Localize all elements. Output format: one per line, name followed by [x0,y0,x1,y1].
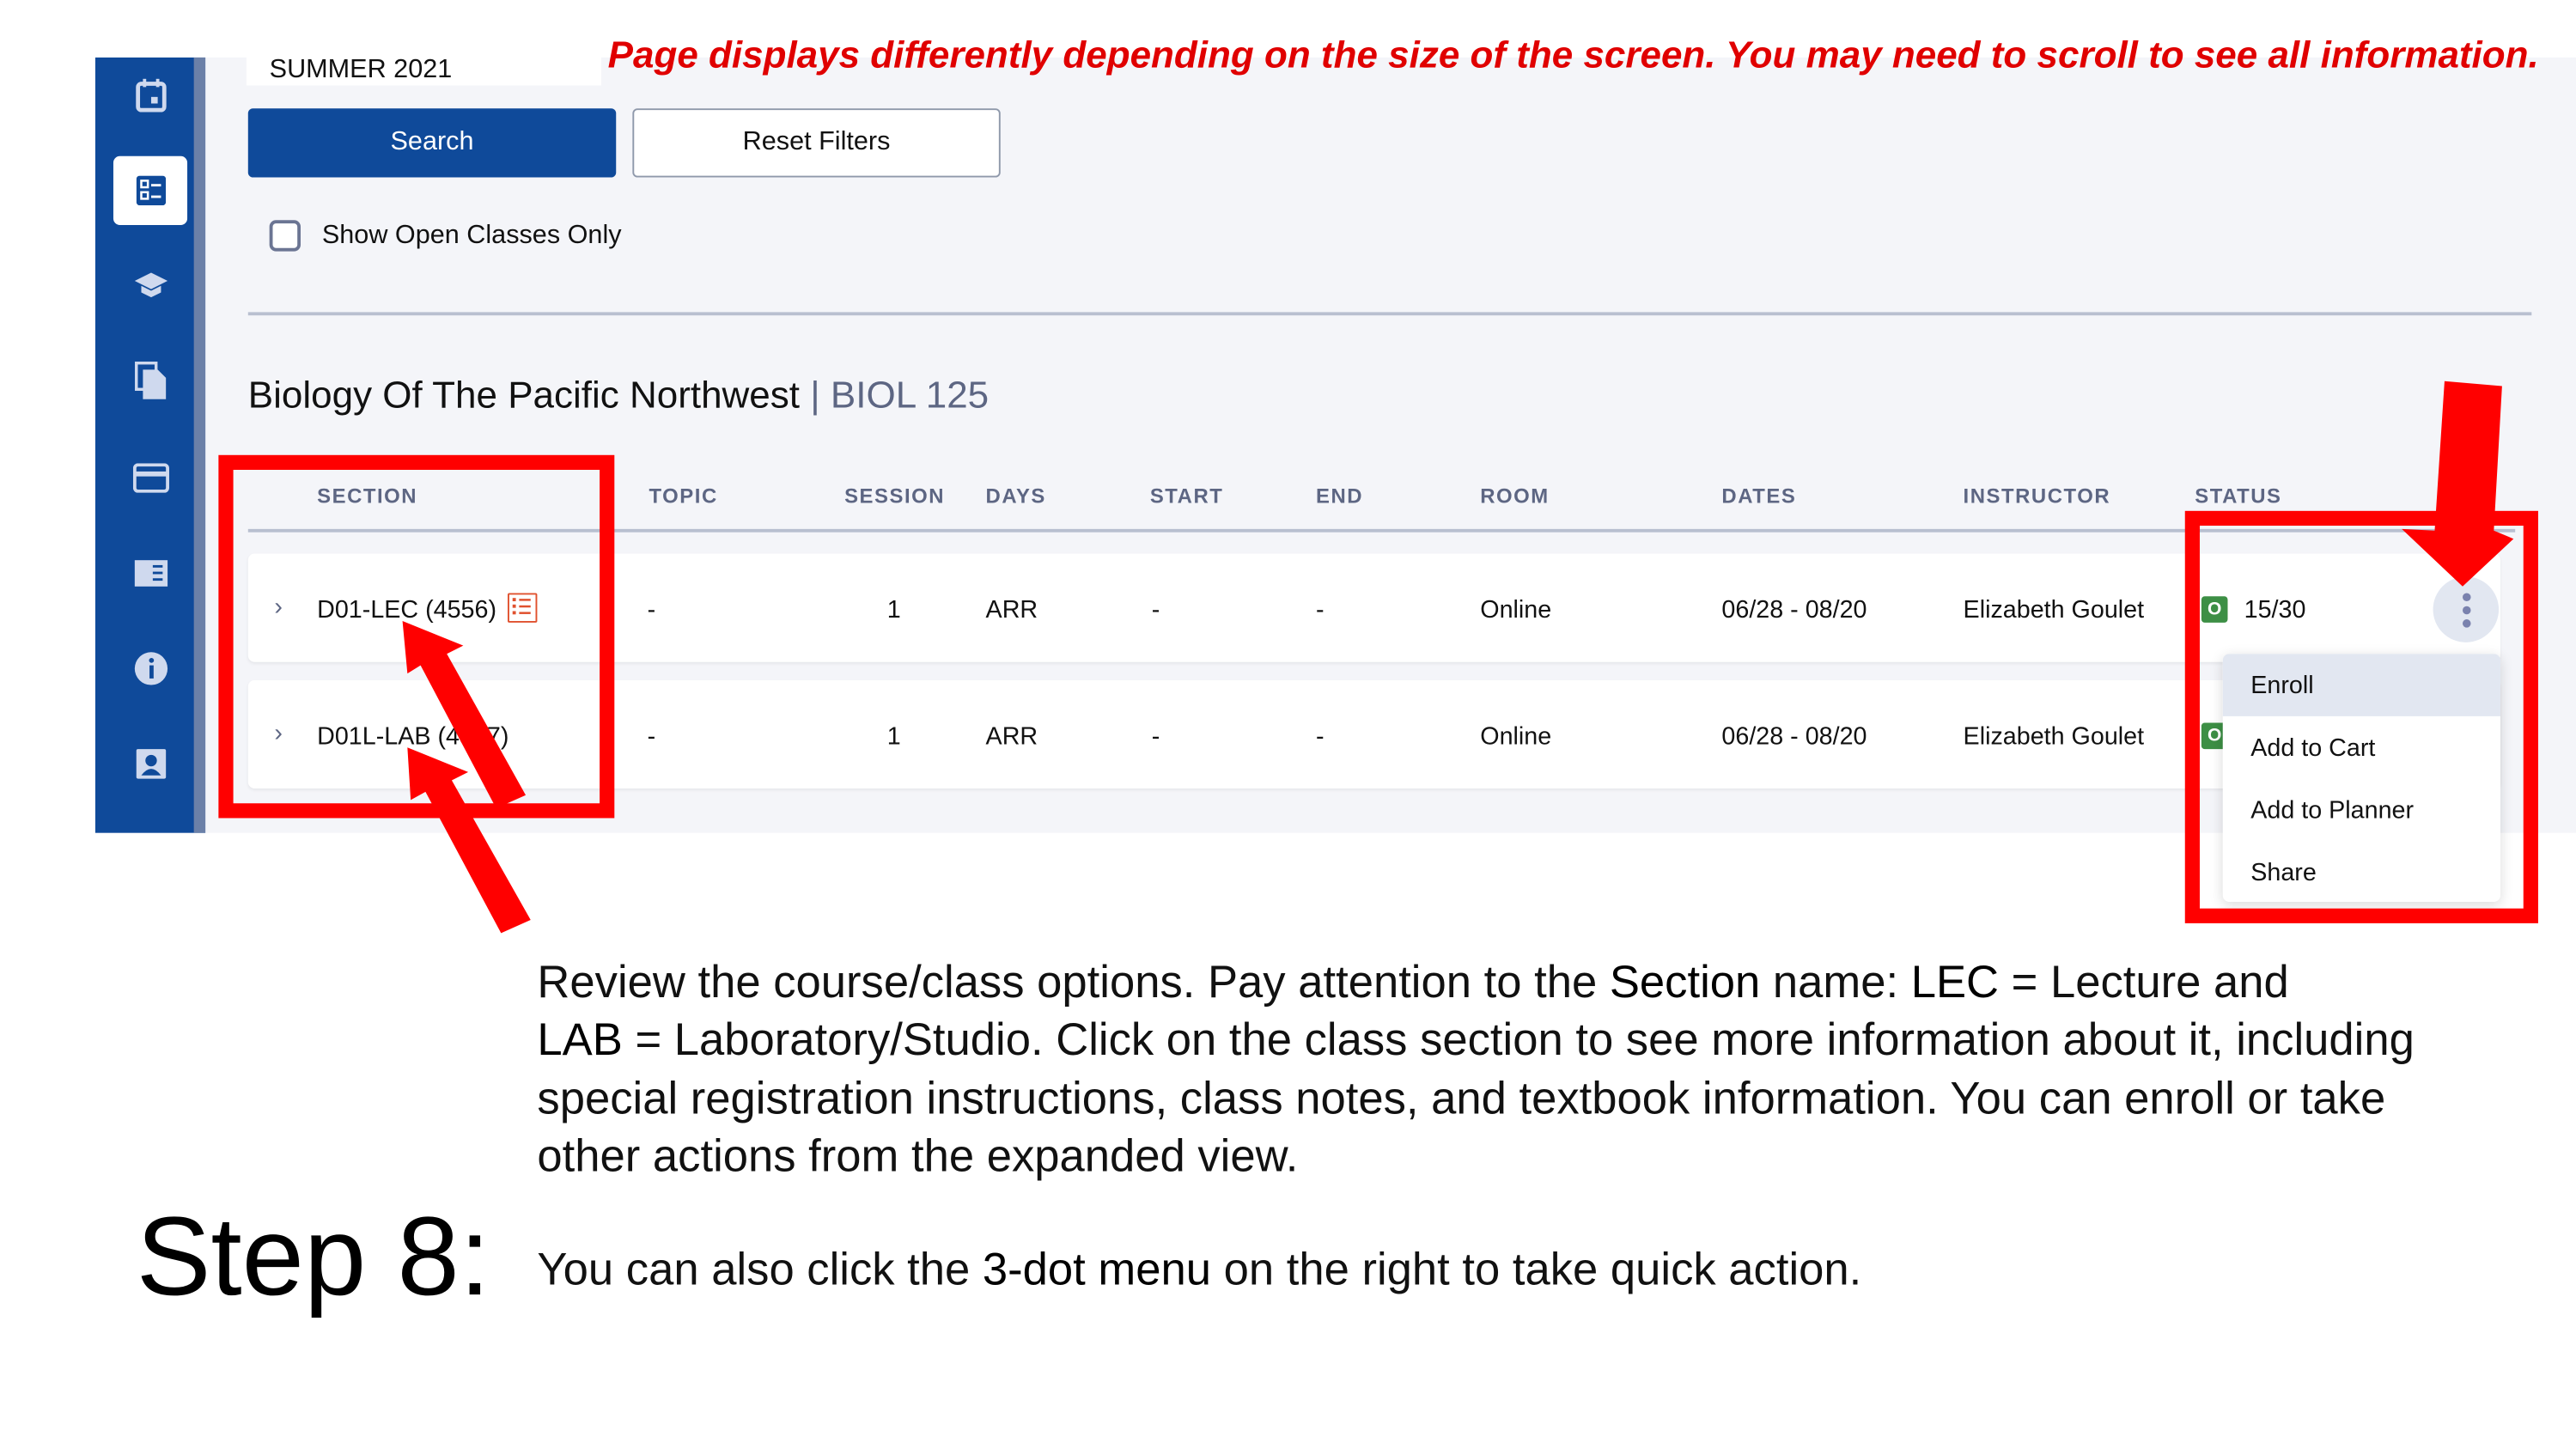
step-instruction: You can also click the 3-dot menu on the… [537,1244,1861,1296]
text: You can also click the [537,1243,983,1295]
text-lec: LEC [1910,956,2000,1008]
text: = Lecture and [1999,956,2289,1008]
text-lab: LAB [537,1014,623,1065]
text: = Laboratory/Studio. Click on the class … [537,1014,2415,1181]
instructions-paragraph: Review the course/class options. Pay att… [537,953,2476,1184]
text-section: Section [1609,956,1761,1008]
text: Review the course/class options. Pay att… [537,956,1610,1008]
text: name: [1760,956,1911,1008]
arrow-to-menu [2402,381,2514,587]
slide: SUMMER 2021 Page displays differently de… [0,0,2576,1449]
text-3-dot-menu: 3-dot menu [982,1243,1212,1295]
text: on the right to take quick action. [1211,1243,1862,1295]
step-label: Step 8: [136,1194,490,1319]
